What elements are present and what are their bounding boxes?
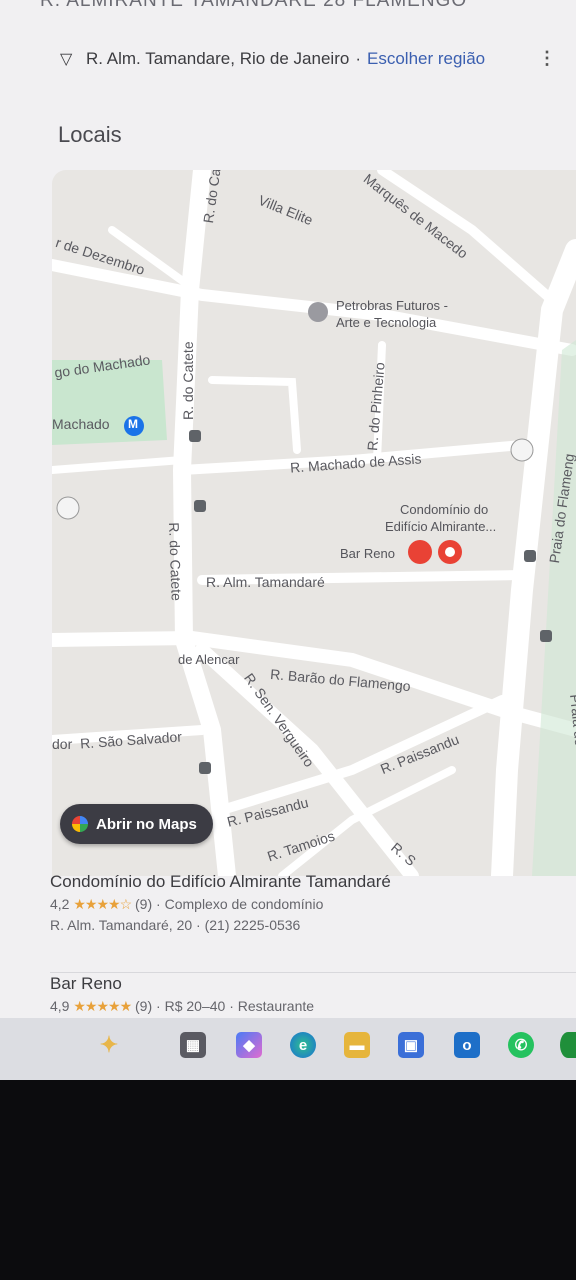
review-count: (9) [135, 896, 153, 912]
dot-separator: · [156, 896, 161, 912]
dot-separator: · [156, 998, 161, 1014]
more-vert-icon[interactable]: ⋮ [538, 48, 556, 69]
open-in-maps-label: Abrir no Maps [96, 815, 197, 833]
result-bar-reno[interactable]: Bar Reno 4,9 ★★★★★ (9) · R$ 20–40 · Rest… [50, 974, 314, 1015]
poi-condominio-1: Condomínio do [400, 502, 489, 517]
metro-machado-label: Machado [52, 416, 110, 432]
result-address-row: R. Alm. Tamandaré, 20 · (21) 2225-0536 [50, 917, 391, 933]
result-title[interactable]: Condomínio do Edifício Almirante Tamanda… [50, 872, 391, 892]
poi-de-alencar: de Alencar [178, 652, 240, 667]
outlook-icon[interactable]: o [454, 1032, 480, 1058]
poi-petrobras-1: Petrobras Futuros - [336, 298, 448, 313]
dot-separator: · [229, 998, 234, 1014]
rating-value: 4,2 [50, 896, 70, 912]
result-rating-row: 4,2 ★★★★☆ (9) · Complexo de condomínio [50, 896, 391, 913]
result-price: R$ 20–40 [164, 998, 226, 1014]
result-address: R. Alm. Tamandaré, 20 [50, 917, 193, 933]
location-pin-icon: ▽ [60, 51, 73, 68]
dot-separator: · [196, 917, 201, 933]
store-icon[interactable]: ▣ [398, 1032, 424, 1058]
street-catete-low: R. do Catete [166, 522, 185, 602]
map-roads [52, 170, 576, 876]
metro-icon: M [128, 417, 138, 431]
edge-icon[interactable]: e [290, 1032, 316, 1058]
rating-stars-icon: ★★★★☆ [73, 896, 132, 912]
rating-stars-icon: ★★★★★ [73, 998, 132, 1014]
review-count: (9) [135, 998, 153, 1014]
divider [50, 972, 576, 973]
separator: · [355, 49, 361, 68]
location-text: R. Alm. Tamandare, Rio de Janeiro [86, 49, 350, 68]
poi-condominio-2: Edifício Almirante... [385, 519, 497, 534]
street-catete-mid: R. do Catete [180, 341, 196, 420]
result-phone[interactable]: (21) 2225-0536 [205, 917, 301, 933]
result-rating-row: 4,9 ★★★★★ (9) · R$ 20–40 · Restaurante [50, 998, 314, 1015]
open-in-maps-button[interactable]: Abrir no Maps [60, 804, 213, 844]
street-alm-tamandare: R. Alm. Tamandaré [206, 574, 325, 590]
xbox-icon[interactable] [560, 1032, 576, 1058]
whatsapp-icon[interactable]: ✆ [508, 1032, 534, 1058]
rating-value: 4,9 [50, 998, 70, 1014]
street-sao-salvador-prefix: dor [52, 736, 73, 752]
result-category: Restaurante [237, 998, 315, 1014]
poi-petrobras-2: Arte e Tecnologia [336, 315, 437, 330]
search-title-cut: R. ALMIRANTE TAMANDARE 28 FLAMENGO [40, 0, 468, 11]
copilot-icon[interactable]: ✦ [96, 1032, 122, 1058]
copilot-app-icon[interactable]: ◆ [236, 1032, 262, 1058]
result-condominio[interactable]: Condomínio do Edifício Almirante Tamanda… [50, 872, 391, 933]
google-maps-icon [72, 816, 88, 832]
poi-bar-reno: Bar Reno [340, 546, 395, 561]
section-title: Locais [58, 122, 122, 147]
result-category: Complexo de condomínio [164, 896, 324, 912]
file-explorer-icon[interactable]: ▬ [344, 1032, 370, 1058]
location-row: ▽ R. Alm. Tamandare, Rio de Janeiro · Es… [60, 46, 485, 72]
task-view-icon[interactable]: ▦ [180, 1032, 206, 1058]
taskbar: ✦ ▦ ◆ e ▬ ▣ o ✆ [0, 1018, 576, 1080]
choose-region-link[interactable]: Escolher região [367, 49, 485, 69]
browser-page: R. ALMIRANTE TAMANDARE 28 FLAMENGO ▽ R. … [0, 0, 576, 1080]
result-title[interactable]: Bar Reno [50, 974, 314, 994]
map-view[interactable]: R. do Catete Villa Elite Marquês de Mace… [52, 170, 576, 876]
